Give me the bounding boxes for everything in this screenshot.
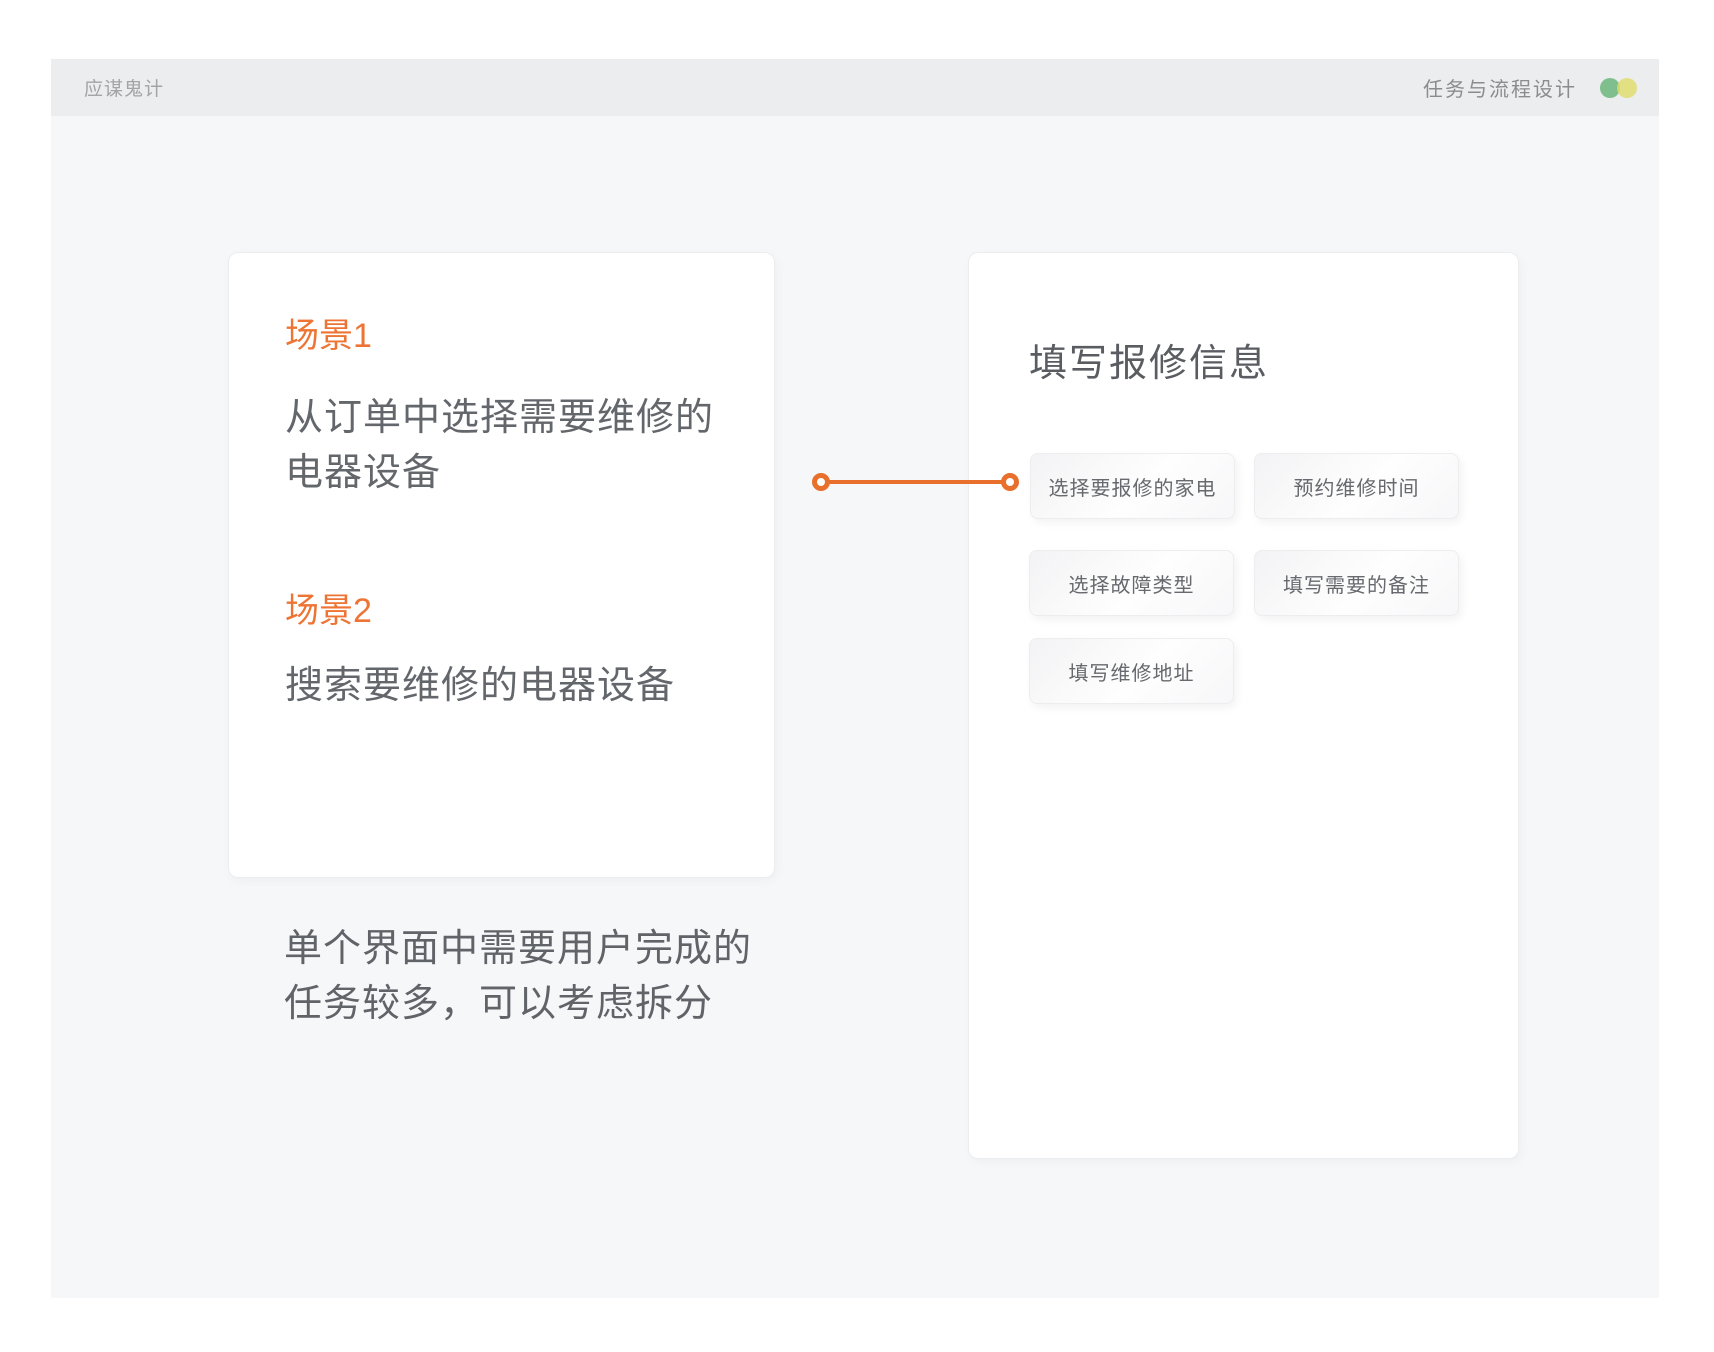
scene2-description-line1: 搜索要维修的电器设备 xyxy=(285,659,675,714)
task-chip-remarks[interactable]: 填写需要的备注 xyxy=(1254,550,1459,616)
scene2-description: 搜索要维修的电器设备 xyxy=(285,659,675,714)
slide: 应谋鬼计 任务与流程设计 场景1 从订单中选择需要维修的 电器设备 场景2 搜索… xyxy=(51,59,1659,1298)
connector-dot-right-icon xyxy=(1001,473,1019,491)
repair-form-card: 填写报修信息 选择要报修的家电 预约维修时间 选择故障类型 填写需要的备注 填写… xyxy=(968,252,1519,1159)
yellow-circle-icon xyxy=(1617,78,1637,98)
note-text-line1: 单个界面中需要用户完成的 xyxy=(284,922,752,977)
logo xyxy=(1600,78,1637,98)
task-chip-address[interactable]: 填写维修地址 xyxy=(1029,638,1234,704)
form-card-title: 填写报修信息 xyxy=(1029,338,1269,390)
scene1-description-line2: 电器设备 xyxy=(285,446,714,501)
note-text: 单个界面中需要用户完成的 任务较多，可以考虑拆分 xyxy=(284,922,752,1032)
task-chip-fault-type[interactable]: 选择故障类型 xyxy=(1029,550,1234,616)
scene1-description: 从订单中选择需要维修的 电器设备 xyxy=(285,391,714,501)
note-text-line2: 任务较多，可以考虑拆分 xyxy=(284,977,752,1032)
connector-line xyxy=(821,480,1010,484)
section-title: 任务与流程设计 xyxy=(1423,73,1577,102)
page-root: { "header": { "brand": "应谋鬼计", "section_… xyxy=(0,0,1714,1352)
connector-dot-left-icon xyxy=(812,473,830,491)
task-chip-select-appliance[interactable]: 选择要报修的家电 xyxy=(1030,453,1235,519)
scenario-card: 场景1 从订单中选择需要维修的 电器设备 场景2 搜索要维修的电器设备 xyxy=(228,252,775,878)
scene2-label: 场景2 xyxy=(285,589,372,633)
task-chip-schedule-time[interactable]: 预约维修时间 xyxy=(1254,453,1459,519)
brand-text: 应谋鬼计 xyxy=(84,74,164,101)
scene1-label: 场景1 xyxy=(285,314,372,358)
header-bar: 应谋鬼计 任务与流程设计 xyxy=(51,59,1659,116)
scene1-description-line1: 从订单中选择需要维修的 xyxy=(285,391,714,446)
